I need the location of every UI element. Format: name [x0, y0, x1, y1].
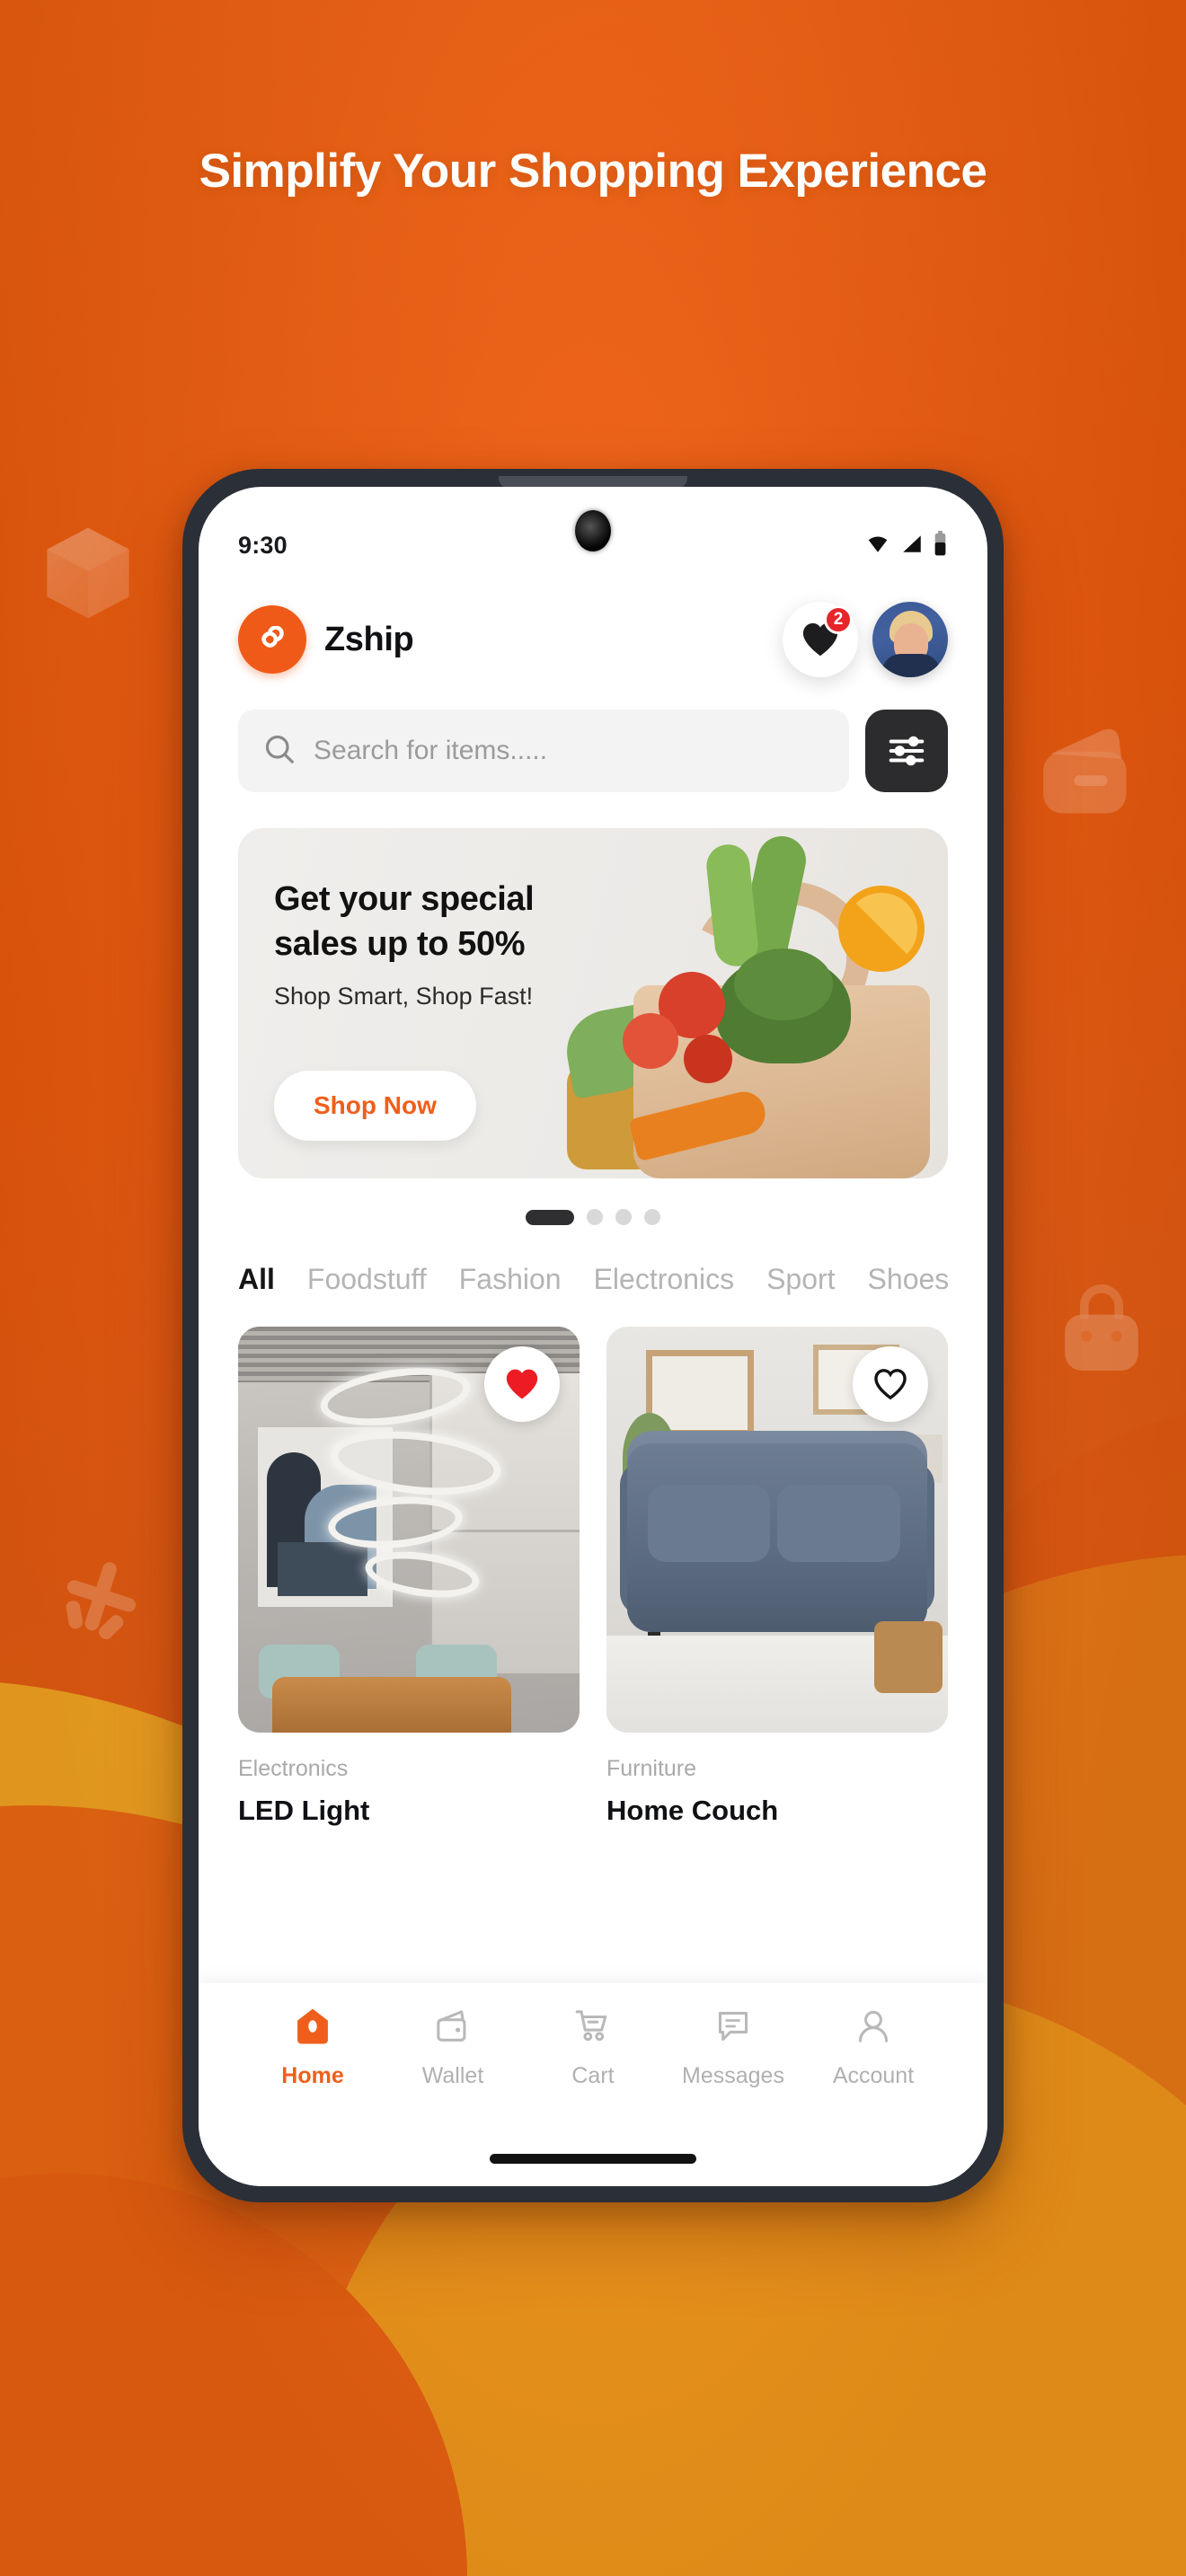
wifi-icon — [864, 532, 891, 560]
phone-screen: 9:30 Zship 2 Search for items..... Get y… — [199, 487, 987, 2186]
camera-punchhole-icon — [575, 510, 611, 551]
carousel-dot[interactable] — [587, 1209, 603, 1225]
status-time: 9:30 — [238, 531, 288, 559]
carousel-dot[interactable] — [644, 1209, 660, 1225]
heart-outline-icon — [874, 1369, 907, 1400]
airplane-icon — [47, 1541, 155, 1649]
product-name: LED Light — [238, 1795, 370, 1826]
promo-banner-text: Get your special sales up to 50% Shop Sm… — [274, 877, 669, 1010]
app-header: Zship 2 — [199, 573, 987, 677]
shopping-bag-icon — [1048, 1274, 1155, 1381]
home-icon — [294, 2007, 332, 2051]
carousel-dot-active[interactable] — [526, 1209, 574, 1225]
search-placeholder: Search for items..... — [314, 736, 548, 765]
shop-now-button[interactable]: Shop Now — [274, 1071, 476, 1141]
app-header-actions: 2 — [783, 602, 948, 677]
carousel-dots — [199, 1178, 987, 1225]
nav-label-account: Account — [832, 2063, 915, 2088]
battery-icon — [933, 530, 948, 560]
filter-button[interactable] — [865, 710, 948, 792]
page-title: Simplify Your Shopping Experience — [199, 145, 987, 198]
nav-item-cart[interactable]: Cart — [526, 2007, 660, 2089]
nav-label-wallet: Wallet — [421, 2063, 484, 2088]
product-grid: Electronics LED Light Furniture Home Cou… — [199, 1296, 987, 1983]
nav-item-wallet[interactable]: Wallet — [385, 2007, 520, 2089]
product-favorite-button[interactable] — [853, 1346, 928, 1422]
favorites-button[interactable]: 2 — [783, 602, 858, 677]
brand[interactable]: Zship — [238, 605, 414, 674]
product-card[interactable]: Furniture Home Couch — [606, 1327, 948, 1983]
nav-label-home: Home — [281, 2063, 344, 2088]
category-tab-all[interactable]: All — [238, 1263, 275, 1296]
promo-title-line1: Get your special — [274, 880, 535, 918]
search-icon — [263, 733, 296, 770]
promo-title-line2: sales up to 50% — [274, 925, 526, 964]
bottom-navigation: Home Wallet Cart Messages Account — [199, 1983, 987, 2130]
phone-mockup: 9:30 Zship 2 Search for items..... Get y… — [182, 469, 1004, 2202]
carousel-dot[interactable] — [615, 1209, 632, 1225]
message-icon — [714, 2007, 752, 2051]
wallet-icon — [434, 2007, 472, 2051]
product-card[interactable]: Electronics LED Light — [238, 1327, 580, 1983]
box-icon — [34, 519, 142, 627]
infinity-logo-icon — [238, 605, 306, 674]
category-tab-sport[interactable]: Sport — [766, 1263, 835, 1296]
promo-banner[interactable]: Get your special sales up to 50% Shop Sm… — [238, 828, 948, 1178]
promo-subtitle: Shop Smart, Shop Fast! — [274, 983, 534, 1010]
category-tabs: All Foodstuff Fashion Electronics Sport … — [199, 1225, 987, 1296]
home-indicator[interactable] — [199, 2130, 987, 2186]
product-category: Electronics — [238, 1756, 349, 1781]
category-tab-shoes[interactable]: Shoes — [868, 1263, 950, 1296]
cart-icon — [574, 2007, 612, 2051]
brand-name: Zship — [324, 620, 414, 658]
nav-item-account[interactable]: Account — [806, 2007, 941, 2089]
product-name: Home Couch — [606, 1795, 779, 1826]
sliders-filter-icon — [889, 736, 925, 766]
product-category: Furniture — [606, 1756, 697, 1781]
favorites-badge: 2 — [824, 605, 853, 634]
nav-item-home[interactable]: Home — [245, 2007, 380, 2089]
search-row: Search for items..... — [199, 677, 987, 792]
heart-filled-icon — [506, 1369, 538, 1399]
category-tab-foodstuff[interactable]: Foodstuff — [307, 1263, 427, 1296]
avatar[interactable] — [872, 602, 948, 677]
status-bar: 9:30 — [199, 487, 987, 573]
product-favorite-button[interactable] — [484, 1346, 560, 1422]
product-image-led-light — [238, 1327, 580, 1733]
nav-label-messages: Cart — [571, 2063, 615, 2088]
nav-label-messages: Messages — [682, 2063, 784, 2088]
signal-icon — [899, 532, 925, 560]
nav-item-messages[interactable]: Messages — [666, 2007, 801, 2089]
status-icons — [864, 530, 948, 560]
search-input[interactable]: Search for items..... — [238, 710, 849, 792]
account-icon — [854, 2007, 892, 2051]
product-image-home-couch — [606, 1327, 948, 1733]
category-tab-fashion[interactable]: Fashion — [459, 1263, 562, 1296]
category-tab-electronics[interactable]: Electronics — [594, 1263, 735, 1296]
wallet-icon — [1024, 711, 1143, 830]
